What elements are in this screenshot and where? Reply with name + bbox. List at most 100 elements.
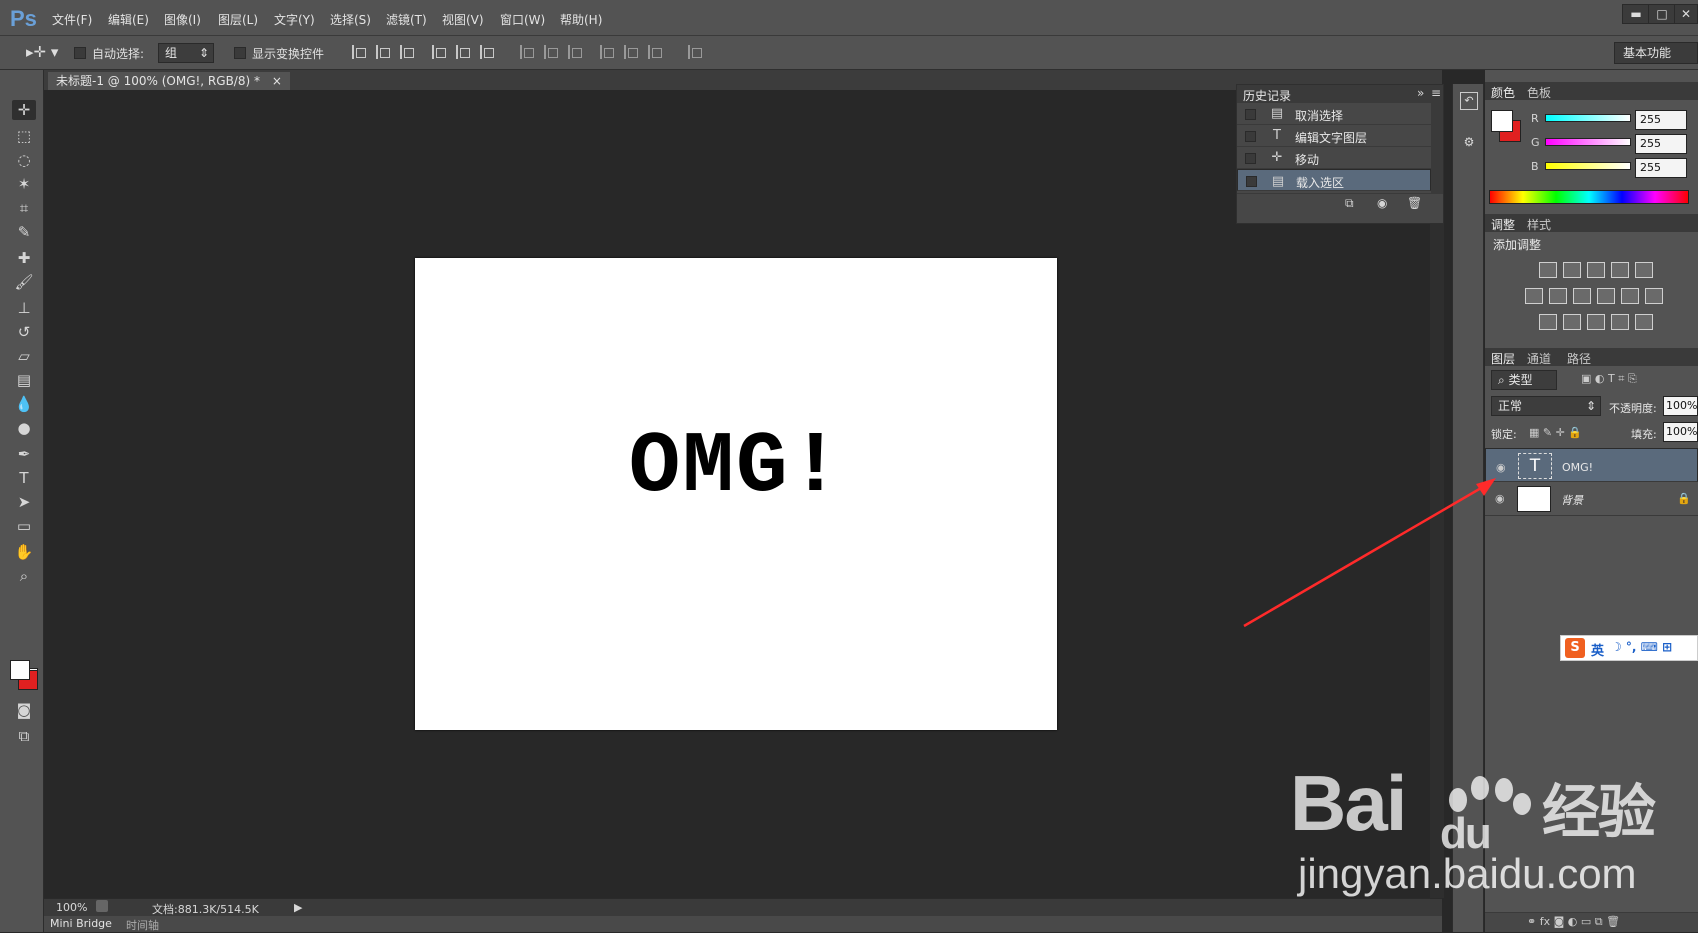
distribute-top-icon[interactable] xyxy=(520,45,536,59)
tab-adjustments[interactable]: 调整 xyxy=(1491,216,1515,233)
blur-tool-icon[interactable]: 💧 xyxy=(12,394,36,414)
history-panel-title[interactable]: 历史记录 xyxy=(1243,87,1291,104)
blend-mode-dropdown[interactable]: 正常 ⇕ xyxy=(1491,396,1601,416)
layer-row-text[interactable]: ◉ T OMG! xyxy=(1485,448,1698,482)
document-canvas[interactable]: OMG! xyxy=(415,258,1057,730)
menu-window[interactable]: 窗口(W) xyxy=(500,11,545,28)
tab-swatches[interactable]: 色板 xyxy=(1527,84,1551,101)
close-window-button[interactable]: ✕ xyxy=(1674,4,1698,24)
tab-mini-bridge[interactable]: Mini Bridge xyxy=(50,917,112,930)
canvas-text-layer[interactable]: OMG! xyxy=(415,418,1057,516)
photo-filter-adjust-icon[interactable] xyxy=(1597,288,1615,304)
lasso-tool-icon[interactable]: ◌ xyxy=(12,150,36,170)
tab-color[interactable]: 颜色 xyxy=(1491,84,1515,101)
panel-menu-icon[interactable]: ≡ xyxy=(1431,86,1441,100)
dodge-tool-icon[interactable]: ● xyxy=(12,418,36,438)
move-tool-preset-icon[interactable]: ▸✛ ▾ xyxy=(26,43,58,61)
ime-tool-icons[interactable]: ☽ °, ⌨ ⊞ xyxy=(1611,640,1672,654)
gradient-tool-icon[interactable]: ▤ xyxy=(12,370,36,390)
menu-filter[interactable]: 滤镜(T) xyxy=(386,11,427,28)
properties-panel-icon[interactable]: ⚙ xyxy=(1460,134,1478,152)
tab-timeline[interactable]: 时间轴 xyxy=(126,917,159,933)
align-left-icon[interactable] xyxy=(432,45,448,59)
posterize-adjust-icon[interactable] xyxy=(1563,314,1581,330)
history-item[interactable]: T 编辑文字图层 xyxy=(1237,125,1431,147)
path-selection-tool-icon[interactable]: ➤ xyxy=(12,492,36,512)
menu-help[interactable]: 帮助(H) xyxy=(560,11,602,28)
channel-r-slider[interactable] xyxy=(1545,114,1631,122)
distribute-bottom-icon[interactable] xyxy=(568,45,584,59)
zoom-level[interactable]: 100% xyxy=(56,901,87,914)
history-snapshot-checkbox[interactable] xyxy=(1245,109,1256,120)
tab-styles[interactable]: 样式 xyxy=(1527,216,1551,233)
lock-icons[interactable]: ▦ ✎ ✛ 🔒 xyxy=(1529,426,1582,439)
vibrance-adjust-icon[interactable] xyxy=(1635,262,1653,278)
type-tool-icon[interactable]: T xyxy=(12,468,36,488)
menu-type[interactable]: 文字(Y) xyxy=(274,11,315,28)
history-snapshot-checkbox[interactable] xyxy=(1246,176,1257,187)
gradient-map-adjust-icon[interactable] xyxy=(1635,314,1653,330)
rectangle-tool-icon[interactable]: ▭ xyxy=(12,516,36,536)
magic-wand-tool-icon[interactable]: ✶ xyxy=(12,174,36,194)
menu-layer[interactable]: 图层(L) xyxy=(218,11,258,28)
panel-collapse-icon[interactable]: » xyxy=(1417,86,1424,100)
selective-color-adjust-icon[interactable] xyxy=(1611,314,1629,330)
color-foreground-swatch[interactable] xyxy=(1491,110,1513,132)
healing-brush-tool-icon[interactable]: ✚ xyxy=(12,248,36,268)
history-panel-icon[interactable]: ↶ xyxy=(1460,92,1478,110)
show-transform-checkbox[interactable] xyxy=(234,47,246,59)
pen-tool-icon[interactable]: ✒ xyxy=(12,444,36,464)
fill-value[interactable]: 100% xyxy=(1663,422,1698,442)
history-brush-tool-icon[interactable]: ↺ xyxy=(12,322,36,342)
new-document-from-state-icon[interactable]: ⧉ xyxy=(1345,196,1354,211)
eraser-tool-icon[interactable]: ▱ xyxy=(12,346,36,366)
screen-mode-icon[interactable]: ⧉ xyxy=(12,726,36,746)
history-scrollbar[interactable] xyxy=(1431,103,1443,193)
close-tab-icon[interactable]: × xyxy=(272,74,282,88)
tab-channels[interactable]: 通道 xyxy=(1527,350,1551,367)
menu-file[interactable]: 文件(F) xyxy=(52,11,92,28)
align-hcenter-icon[interactable] xyxy=(456,45,472,59)
auto-select-dropdown[interactable]: 组 ⇕ xyxy=(158,43,214,63)
align-vcenter-icon[interactable] xyxy=(376,45,392,59)
tab-layers[interactable]: 图层 xyxy=(1491,350,1515,367)
history-snapshot-checkbox[interactable] xyxy=(1245,153,1256,164)
workspace-dropdown[interactable]: 基本功能 xyxy=(1614,42,1698,64)
history-item-selected[interactable]: ▤ 载入选区 xyxy=(1237,169,1431,191)
ime-mode[interactable]: 英 xyxy=(1591,640,1604,659)
black-white-adjust-icon[interactable] xyxy=(1573,288,1591,304)
trash-icon[interactable]: 🗑 xyxy=(1407,196,1422,210)
auto-select-checkbox[interactable] xyxy=(74,47,86,59)
layer-filter-dropdown[interactable]: ⌕ 类型 xyxy=(1491,370,1557,390)
quick-mask-icon[interactable]: ◙ xyxy=(12,700,36,720)
eyedropper-tool-icon[interactable]: ✎ xyxy=(12,222,36,242)
history-item[interactable]: ✛ 移动 xyxy=(1237,147,1431,169)
channel-g-value[interactable]: 255 xyxy=(1635,134,1687,154)
align-right-icon[interactable] xyxy=(480,45,496,59)
camera-icon[interactable]: ◉ xyxy=(1377,196,1387,210)
distribute-right-icon[interactable] xyxy=(648,45,664,59)
document-tab[interactable]: 未标题-1 @ 100% (OMG!, RGB/8) * × xyxy=(48,72,290,90)
layer-row-background[interactable]: ◉ 背景 🔒 xyxy=(1485,482,1698,516)
distribute-left-icon[interactable] xyxy=(600,45,616,59)
channel-b-slider[interactable] xyxy=(1545,162,1631,170)
channel-b-value[interactable]: 255 xyxy=(1635,158,1687,178)
status-menu-arrow-icon[interactable]: ▶ xyxy=(294,901,302,914)
zoom-tool-icon[interactable]: ⌕ xyxy=(12,566,36,586)
history-snapshot-checkbox[interactable] xyxy=(1245,131,1256,142)
menu-select[interactable]: 选择(S) xyxy=(330,11,371,28)
brightness-adjust-icon[interactable] xyxy=(1539,262,1557,278)
status-options-icon[interactable] xyxy=(96,900,108,912)
marquee-tool-icon[interactable]: ⬚ xyxy=(12,126,36,146)
channel-g-slider[interactable] xyxy=(1545,138,1631,146)
hand-tool-icon[interactable]: ✋ xyxy=(12,542,36,562)
menu-image[interactable]: 图像(I) xyxy=(164,11,201,28)
history-item[interactable]: ▤ 取消选择 xyxy=(1237,103,1431,125)
levels-adjust-icon[interactable] xyxy=(1563,262,1581,278)
color-lookup-adjust-icon[interactable] xyxy=(1645,288,1663,304)
ime-toolbar[interactable]: S 英 ☽ °, ⌨ ⊞ xyxy=(1560,635,1698,661)
distribute-vcenter-icon[interactable] xyxy=(544,45,560,59)
menu-edit[interactable]: 编辑(E) xyxy=(108,11,149,28)
stamp-tool-icon[interactable]: ⊥ xyxy=(12,298,36,318)
invert-adjust-icon[interactable] xyxy=(1539,314,1557,330)
